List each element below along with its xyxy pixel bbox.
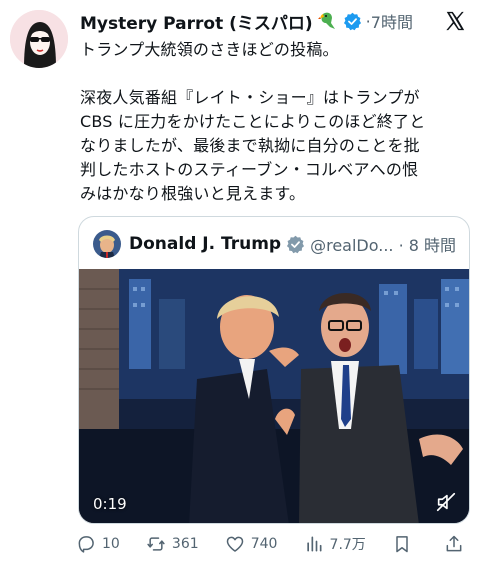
views-button[interactable]: 7.7万 <box>304 534 366 554</box>
repost-button[interactable]: 361 <box>146 534 199 554</box>
repost-count: 361 <box>171 536 199 552</box>
verified-badge-icon <box>286 235 305 254</box>
verified-badge-icon <box>343 12 362 31</box>
share-icon <box>446 535 462 552</box>
tweet-action-bar: 10 361 740 7.7万 <box>76 530 470 558</box>
video-frame <box>79 269 469 523</box>
x-logo-icon[interactable] <box>444 10 466 32</box>
reply-button[interactable]: 10 <box>76 534 120 554</box>
reply-count: 10 <box>102 536 120 552</box>
tweet-header: Mystery Parrot (ミスパロ) · 7時間 <box>80 8 466 34</box>
quoted-tweet[interactable]: Donald J. Trump @realDo... · 8 時間 0:19 <box>78 216 470 524</box>
share-button[interactable] <box>444 534 470 554</box>
like-count: 740 <box>250 536 278 552</box>
tweet-timestamp[interactable]: 7時間 <box>371 9 413 33</box>
repost-icon <box>147 537 165 551</box>
tweet-text: トランプ大統領のさきほどの投稿。 深夜人気番組『レイト・ショー』はトランプが C… <box>80 40 426 203</box>
author-name[interactable]: Mystery Parrot (ミスパロ) <box>80 9 313 34</box>
bookmark-button[interactable] <box>392 534 418 554</box>
quoted-handle-time: @realDo... · 8 時間 <box>310 236 457 255</box>
views-icon <box>306 536 322 552</box>
like-icon <box>226 536 243 552</box>
like-button[interactable]: 740 <box>225 534 278 554</box>
video-duration: 0:19 <box>93 495 127 513</box>
quoted-author-name[interactable]: Donald J. Trump <box>129 234 281 254</box>
mute-icon[interactable] <box>435 491 457 513</box>
video-player[interactable]: 0:19 <box>79 269 469 523</box>
bookmark-icon <box>396 536 408 553</box>
view-count: 7.7万 <box>329 537 366 553</box>
quoted-author-avatar[interactable] <box>93 230 121 258</box>
quoted-tweet-header: Donald J. Trump @realDo... · 8 時間 <box>93 229 459 259</box>
parrot-emoji <box>317 11 339 31</box>
reply-icon <box>78 536 94 553</box>
author-avatar[interactable] <box>10 10 68 68</box>
